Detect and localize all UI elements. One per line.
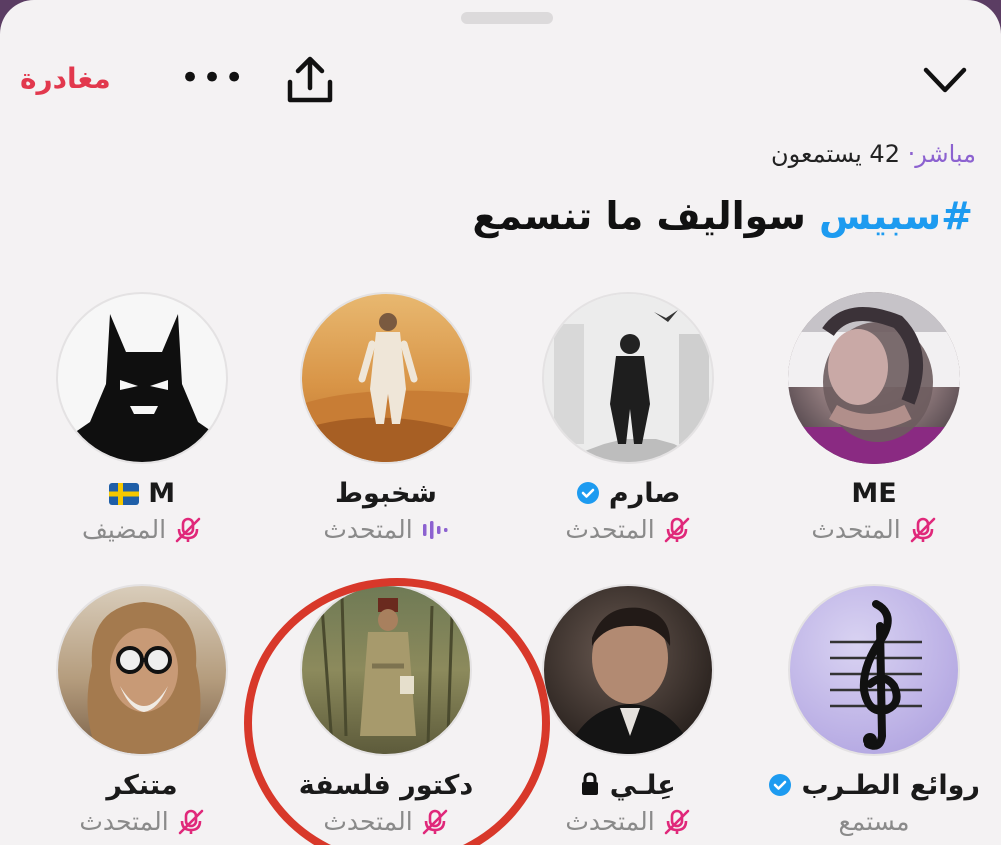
mic-muted-icon <box>664 809 689 834</box>
participant-role-row: المتحدث <box>270 807 502 836</box>
avatar <box>788 584 960 756</box>
lock-icon <box>582 772 599 795</box>
leave-button[interactable]: مغادرة <box>20 62 111 95</box>
participant-name: روائع الطـرب <box>758 770 990 801</box>
participant-role: المتحدث <box>565 515 655 544</box>
participant-name: صارم <box>512 478 744 509</box>
avatar <box>56 584 228 756</box>
participant-name: متنكر <box>106 770 178 801</box>
participant-role-row: المضيف <box>26 515 258 544</box>
avatar <box>300 292 472 464</box>
participant-role-row: المتحدث <box>26 807 258 836</box>
participant-role: المتحدث <box>79 807 169 836</box>
space-title: #سبيس سواليف ما تنسمع <box>472 194 973 238</box>
participant-m-host[interactable]: M المضيف <box>26 292 258 544</box>
mic-muted-icon <box>910 517 935 542</box>
participant-role: مستمع <box>838 807 910 836</box>
participant-name: M <box>26 478 258 509</box>
participant-role: المتحدث <box>323 515 413 544</box>
participant-role-row: مستمع <box>758 807 990 836</box>
participant-role-row: المتحدث <box>512 807 744 836</box>
avatar <box>542 584 714 756</box>
participant-me[interactable]: ME المتحدث <box>758 292 990 544</box>
avatar <box>56 292 228 464</box>
participant-name: ME <box>851 478 897 509</box>
hashtag-link[interactable]: #سبيس <box>819 194 973 238</box>
participant-name: شخبوط <box>334 478 437 509</box>
participant-role: المتحدث <box>811 515 901 544</box>
participant-role-row: المتحدث <box>758 515 990 544</box>
participant-rawae-altarab[interactable]: روائع الطـرب مستمع <box>758 584 990 836</box>
participant-ali[interactable]: عِلـي المتحدث <box>512 584 744 836</box>
participant-role: المتحدث <box>323 807 413 836</box>
mic-muted-icon <box>664 517 689 542</box>
participant-shakhbout[interactable]: شخبوط المتحدث <box>270 292 502 544</box>
verified-badge-icon <box>769 774 792 796</box>
drag-handle[interactable] <box>461 12 553 24</box>
listeners-count: 42 <box>869 140 900 168</box>
participant-mutanakker[interactable]: متنكر المتحدث <box>26 584 258 836</box>
live-label: مباشر· <box>907 140 976 168</box>
avatar <box>788 292 960 464</box>
avatar <box>300 584 472 756</box>
participant-role-row: المتحدث <box>512 515 744 544</box>
avatar <box>542 292 714 464</box>
mic-muted-icon <box>175 517 201 542</box>
sweden-flag-icon <box>108 483 139 505</box>
participant-role: المضيف <box>81 515 167 544</box>
more-dots-icon[interactable]: ••• <box>180 58 246 98</box>
title-text: سواليف ما تنسمع <box>472 194 806 238</box>
participant-role-row: المتحدث <box>270 515 502 544</box>
space-sheet: مغادرة ••• مباشر· 42 يستمعون #سبيس سوالي… <box>0 0 1001 845</box>
participants-grid: ME المتحدث صارم المتحدث شخبوط المتحدث M … <box>0 290 1001 845</box>
listeners-label: يستمعون <box>770 140 862 168</box>
participant-name: عِلـي <box>512 770 744 801</box>
verified-badge-icon <box>576 482 599 504</box>
participant-name: دكتور فلسفة <box>298 770 474 801</box>
mic-muted-icon <box>178 809 203 834</box>
speaking-waveform-icon <box>422 520 448 539</box>
chevron-down-icon[interactable] <box>920 62 970 98</box>
mic-muted-icon <box>422 809 447 834</box>
participant-role: المتحدث <box>565 807 655 836</box>
share-icon[interactable] <box>282 54 338 106</box>
space-status: مباشر· 42 يستمعون <box>771 140 976 168</box>
participant-sarem[interactable]: صارم المتحدث <box>512 292 744 544</box>
participant-doctor-falsafa[interactable]: دكتور فلسفة المتحدث <box>270 584 502 836</box>
